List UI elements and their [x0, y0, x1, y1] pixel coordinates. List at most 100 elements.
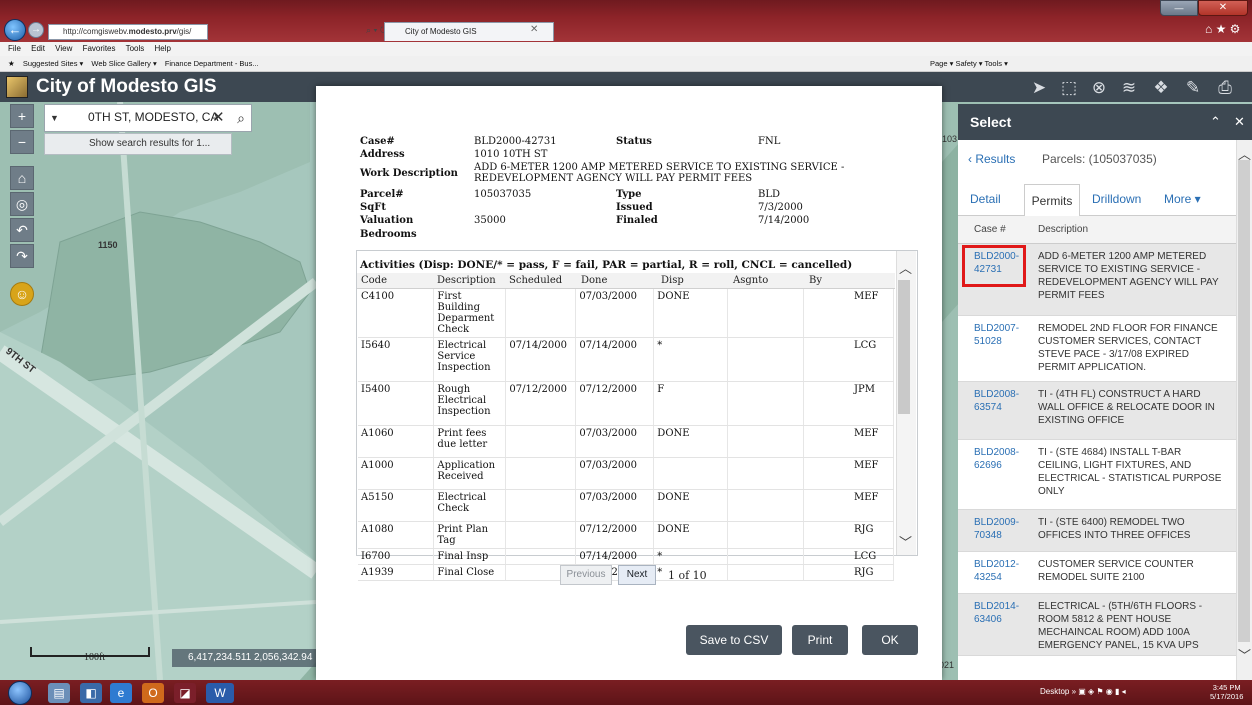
search-source-dropdown-icon[interactable]: ▼ [50, 113, 59, 123]
status-label: Status [616, 136, 652, 147]
print-icon[interactable]: ⎙ [1214, 78, 1236, 98]
start-button[interactable] [8, 681, 32, 705]
forward-button[interactable]: → [28, 22, 44, 38]
outlook-taskbar-icon[interactable]: O [142, 683, 164, 703]
col-done[interactable]: Done [581, 275, 607, 286]
close-panel-icon[interactable]: ✕ [1234, 114, 1245, 130]
permit-case-link[interactable]: BLD2008-63574 [974, 388, 1020, 414]
zoom-out-button[interactable]: − [10, 130, 34, 154]
command-bar[interactable]: Page ▾ Safety ▾ Tools ▾ [930, 56, 1008, 71]
menu-tools[interactable]: Tools [126, 44, 145, 53]
permit-row[interactable]: BLD2014-63406 ELECTRICAL - (5TH/6TH FLOOR… [958, 594, 1236, 656]
permit-row[interactable]: BLD2012-43254 CUSTOMER SERVICE COUNTER RE… [958, 552, 1236, 594]
tab-more[interactable]: More ▾ [1164, 192, 1201, 206]
menu-help[interactable]: Help [155, 44, 171, 53]
col-by[interactable]: By [809, 275, 822, 286]
panel-scroll-thumb[interactable] [1238, 160, 1250, 642]
close-window-button[interactable]: ✕ [1198, 0, 1248, 16]
permit-row[interactable]: BLD2009-70348 TI - (STE 6400) REMODEL TWO… [958, 510, 1236, 552]
results-link-label[interactable]: Results [975, 152, 1015, 166]
tray-desktop-label[interactable]: Desktop [1040, 687, 1069, 696]
next-extent-icon[interactable]: ↷ [10, 244, 34, 268]
tab-drilldown[interactable]: Drilldown [1092, 192, 1141, 206]
activity-row[interactable]: A1060 Print fees due letter 07/03/2000 DONE… [358, 425, 895, 458]
home-star-gear-icons[interactable]: ⌂ ★ ⚙ [1205, 22, 1240, 36]
activity-row[interactable]: I6700 Final Insp 07/14/2000 * LCG [358, 548, 895, 565]
permit-row[interactable]: BLD2008-62696 TI - (STE 4684) INSTALL T-B… [958, 440, 1236, 510]
browser-tab[interactable]: City of Modesto GIS [384, 22, 554, 41]
permit-case-link[interactable]: BLD2007-51028 [974, 322, 1020, 348]
permit-description: TI - (STE 4684) INSTALL T-BAR CEILING, L… [1038, 447, 1222, 497]
print-button[interactable]: Print [792, 625, 848, 655]
pointer-tool-icon[interactable]: ➤ [1028, 78, 1050, 98]
map-label-1150: 1150 [98, 240, 118, 250]
col-code[interactable]: Code [361, 275, 387, 286]
menu-edit[interactable]: Edit [31, 44, 45, 53]
scroll-down-icon[interactable]: ﹀ [899, 532, 912, 551]
tab-detail[interactable]: Detail [970, 192, 1001, 206]
menu-file[interactable]: File [8, 44, 21, 53]
menu-view[interactable]: View [55, 44, 72, 53]
activity-row[interactable]: A1000 Application Received 07/03/2000 MEF [358, 457, 895, 490]
permit-case-link[interactable]: BLD2009-70348 [974, 516, 1020, 542]
back-button[interactable]: ← [4, 19, 26, 41]
permit-row[interactable]: BLD2007-51028 REMODEL 2ND FLOOR FOR FINAN… [958, 316, 1236, 382]
col-scheduled[interactable]: Scheduled [509, 275, 562, 286]
select-tool-icon[interactable]: ⬚ [1058, 78, 1080, 98]
search-input[interactable]: 0TH ST, MODESTO, CA [88, 110, 218, 124]
activity-row[interactable]: A1080 Print Plan Tag 07/12/2000 DONE RJG [358, 521, 895, 549]
cell-asgnto [727, 337, 804, 382]
scroll-up-icon[interactable]: ︿ [899, 258, 912, 277]
activities-scroll-thumb[interactable] [898, 280, 910, 414]
activity-row[interactable]: I5400 Rough Electrical Inspection 07/12/20… [358, 381, 895, 426]
clock[interactable]: 3:45 PM 5/17/2016 [1210, 683, 1243, 701]
close-tab-icon[interactable]: ✕ [530, 24, 538, 35]
explorer-taskbar-icon[interactable]: ▤ [48, 683, 70, 703]
system-tray[interactable]: Desktop » ▣ ◈ ⚑ ◉ ▮ ◂ [1040, 687, 1126, 696]
activity-row[interactable]: C4100 First Building Deparment Check 07/03… [358, 289, 895, 338]
permit-case-link[interactable]: BLD2014-63406 [974, 600, 1020, 626]
basemap-icon[interactable]: ❖ [1150, 78, 1172, 98]
word-taskbar-icon[interactable]: W [206, 683, 234, 703]
fav-web-slice-gallery[interactable]: Web Slice Gallery ▾ [91, 59, 156, 68]
menu-favorites[interactable]: Favorites [83, 44, 116, 53]
menu-bar: File Edit View Favorites Tools Help [0, 42, 1252, 56]
collapse-panel-icon[interactable]: ⌃ [1210, 114, 1221, 130]
panel-scroll-down-icon[interactable]: ﹀ [1238, 645, 1251, 664]
zoom-in-button[interactable]: + [10, 104, 34, 128]
col-description[interactable]: Description [437, 275, 496, 286]
results-link[interactable]: ‹ Results [968, 152, 1015, 166]
layers-icon[interactable]: ≋ [1118, 78, 1140, 98]
address-bar[interactable]: http://comgiswebv.modesto.prv/gis/ [48, 24, 208, 40]
permit-case-link[interactable]: BLD2012-43254 [974, 558, 1020, 584]
previous-extent-icon[interactable]: ↶ [10, 218, 34, 242]
fav-finance-department[interactable]: Finance Department - Bus... [165, 59, 259, 68]
app-taskbar-icon[interactable]: ◪ [174, 683, 196, 703]
fav-suggested-sites[interactable]: Suggested Sites ▾ [23, 59, 83, 68]
measure-icon[interactable]: ✎ [1182, 78, 1204, 98]
panel-scroll-up-icon[interactable]: ︿ [1238, 144, 1251, 163]
previous-button[interactable]: Previous [560, 565, 612, 585]
favorites-star-icon[interactable]: ★ [8, 59, 15, 68]
street-view-pegman-icon[interactable]: ☺ [10, 282, 34, 306]
col-asgnto[interactable]: Asgnto [733, 275, 768, 286]
activity-row[interactable]: A5150 Electrical Check 07/03/2000 DONE MEF [358, 489, 895, 522]
search-icon[interactable]: ⌕ [230, 105, 252, 131]
tab-permits[interactable]: Permits [1024, 184, 1080, 217]
clear-icon[interactable]: ⊗ [1088, 78, 1110, 98]
locate-icon[interactable]: ◎ [10, 192, 34, 216]
col-disp[interactable]: Disp [661, 275, 684, 286]
ie-taskbar-icon[interactable]: e [110, 683, 132, 703]
activity-row[interactable]: I5640 Electrical Service Inspection 07/14/… [358, 337, 895, 382]
ok-button[interactable]: OK [862, 625, 918, 655]
next-button[interactable]: Next [618, 565, 656, 585]
save-to-csv-button[interactable]: Save to CSV [686, 625, 782, 655]
minimize-button[interactable]: — [1160, 0, 1198, 16]
cell-done: 07/12/2000 [575, 381, 655, 426]
home-extent-icon[interactable]: ⌂ [10, 166, 34, 190]
media-taskbar-icon[interactable]: ◧ [80, 683, 102, 703]
permit-row[interactable]: BLD2008-63574 TI - (4TH FL) CONSTRUCT A H… [958, 382, 1236, 440]
clear-search-icon[interactable]: ✕ [212, 108, 225, 126]
permit-case-link[interactable]: BLD2008-62696 [974, 446, 1020, 472]
search-results-hint[interactable]: Show search results for 1... [44, 133, 232, 155]
